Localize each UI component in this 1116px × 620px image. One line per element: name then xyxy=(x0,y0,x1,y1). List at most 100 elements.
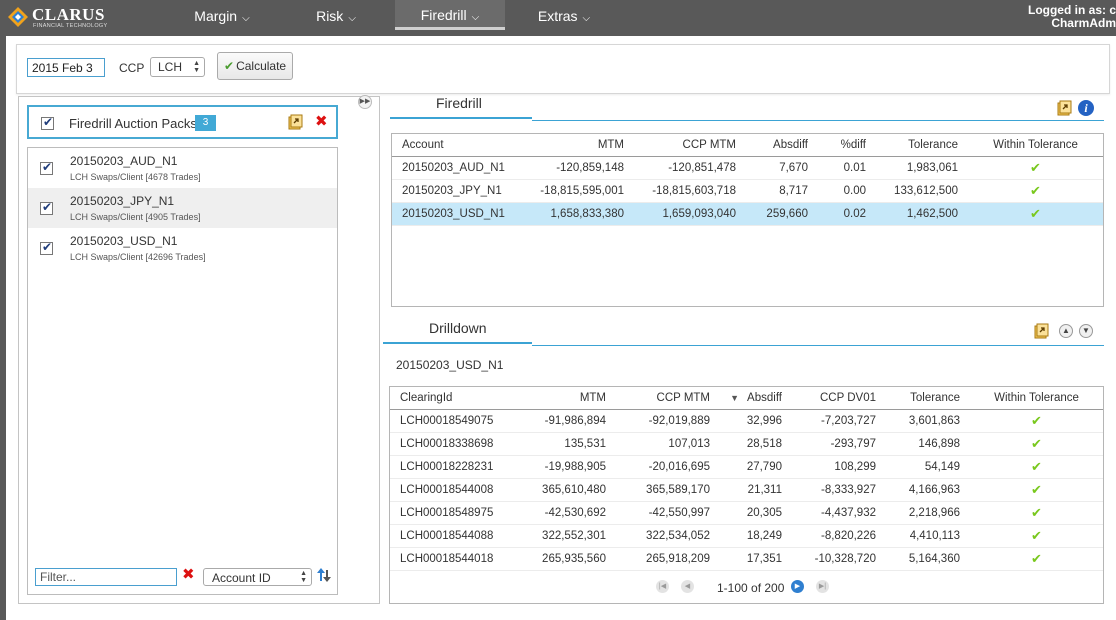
cell-tolerance: 146,898 xyxy=(886,432,970,456)
drilldown-account: 20150203_USD_N1 xyxy=(396,358,504,372)
cell-within-tolerance: ✔ xyxy=(970,478,1103,502)
table-row[interactable]: 20150203_JPY_N1 -18,815,595,001 -18,815,… xyxy=(392,179,1103,203)
info-icon[interactable]: i xyxy=(1078,100,1094,116)
table-row[interactable]: LCH00018338698 135,531 107,013 28,518 -2… xyxy=(390,432,1103,456)
pack-desc: LCH Swaps/Client [42696 Trades] xyxy=(70,252,206,262)
cell-clearing-id: LCH00018228231 xyxy=(390,455,520,479)
select-arrows-icon: ▲ ▼ xyxy=(300,570,307,584)
cell-mtm: -42,530,692 xyxy=(520,501,616,525)
cell-within-tolerance: ✔ xyxy=(970,455,1103,479)
col-within-tolerance[interactable]: Within Tolerance xyxy=(970,387,1103,410)
list-item[interactable]: 20150203_USD_N1 LCH Swaps/Client [42696 … xyxy=(28,228,337,268)
select-all-checkbox[interactable] xyxy=(41,115,54,130)
table-row[interactable]: 20150203_AUD_N1 -120,859,148 -120,851,47… xyxy=(392,156,1103,180)
select-arrows-icon: ▲ ▼ xyxy=(193,60,200,74)
pack-checkbox[interactable] xyxy=(40,160,53,175)
col-tolerance[interactable]: Tolerance xyxy=(886,387,970,410)
table-header-row: Account MTM CCP MTM Absdiff %diff Tolera… xyxy=(392,134,1103,157)
col-ccp-mtm[interactable]: CCP MTM xyxy=(616,387,720,410)
table-row[interactable]: LCH00018549075 -91,986,894 -92,019,889 3… xyxy=(390,409,1103,433)
nav-extras[interactable]: Extras ⌵ xyxy=(526,0,602,32)
delete-x-icon[interactable]: ✖ xyxy=(315,114,328,129)
expand-down-icon[interactable]: ▼ xyxy=(1079,324,1093,338)
col-tolerance[interactable]: Tolerance xyxy=(876,134,968,157)
cell-within-tolerance: ✔ xyxy=(968,179,1103,203)
expand-up-icon[interactable]: ▲ xyxy=(1059,324,1073,338)
firedrill-table: Account MTM CCP MTM Absdiff %diff Tolera… xyxy=(392,134,1103,226)
login-username: CharmAdm xyxy=(1051,16,1116,30)
col-absdiff[interactable]: ▼ Absdiff xyxy=(720,387,792,410)
login-info[interactable]: Logged in as: c CharmAdm xyxy=(1028,4,1116,30)
tab-firedrill[interactable]: Firedrill xyxy=(390,93,532,119)
cell-account: 20150203_JPY_N1 xyxy=(392,179,522,203)
cell-absdiff: 17,351 xyxy=(720,547,792,571)
nav-margin[interactable]: Margin ⌵ xyxy=(178,0,266,32)
collapse-left-icon[interactable]: ▶▶ xyxy=(358,95,372,109)
col-account[interactable]: Account xyxy=(392,134,522,157)
nav-margin-label: Margin xyxy=(194,8,238,24)
filter-input[interactable] xyxy=(35,568,177,586)
cell-ccp-dv01: -293,797 xyxy=(792,432,886,456)
pack-name: 20150203_JPY_N1 xyxy=(70,194,175,208)
first-page-icon[interactable]: |◀ xyxy=(656,580,669,593)
last-page-icon[interactable]: ▶| xyxy=(816,580,829,593)
cell-ccp-dv01: -10,328,720 xyxy=(792,547,886,571)
top-nav-bar: CLARUS FINANCIAL TECHNOLOGY Margin ⌵ Risk… xyxy=(0,0,1116,36)
cell-ccp-dv01: -8,333,927 xyxy=(792,478,886,502)
ccp-select-value: LCH xyxy=(158,60,183,74)
cell-tolerance: 1,462,500 xyxy=(876,202,968,226)
col-absdiff[interactable]: Absdiff xyxy=(746,134,818,157)
col-mtm[interactable]: MTM xyxy=(522,134,634,157)
pack-checkbox[interactable] xyxy=(40,240,53,255)
cell-ccp-dv01: 108,299 xyxy=(792,455,886,479)
col-pctdiff[interactable]: %diff xyxy=(818,134,876,157)
table-row[interactable]: LCH00018544018 265,935,560 265,918,209 1… xyxy=(390,547,1103,571)
list-item[interactable]: 20150203_JPY_N1 LCH Swaps/Client [4905 T… xyxy=(28,188,337,228)
packs-list: 20150203_AUD_N1 LCH Swaps/Client [4678 T… xyxy=(27,147,338,595)
calculate-button[interactable]: ✔ Calculate xyxy=(217,52,293,80)
clear-filter-icon[interactable]: ✖ xyxy=(182,567,195,582)
chevron-down-icon: ⌵ xyxy=(348,13,356,24)
nav-firedrill[interactable]: Firedrill ⌵ xyxy=(395,0,505,30)
cell-ccp-mtm: -42,550,997 xyxy=(616,501,720,525)
chevron-down-icon: ⌵ xyxy=(582,13,591,24)
check-icon: ✔ xyxy=(1031,435,1042,451)
next-page-icon[interactable]: ▶ xyxy=(791,580,804,593)
date-input[interactable] xyxy=(27,58,105,77)
drilldown-grid: ClearingId MTM CCP MTM ▼ Absdiff CCP DV01… xyxy=(389,386,1104,604)
export-icon[interactable] xyxy=(1033,323,1049,339)
cell-ccp-mtm: -120,851,478 xyxy=(634,156,746,180)
cell-ccp-mtm: 1,659,093,040 xyxy=(634,202,746,226)
col-clearing-id[interactable]: ClearingId xyxy=(390,387,520,410)
packs-header: Firedrill Auction Packs 3 ✖ xyxy=(27,105,338,139)
col-mtm[interactable]: MTM xyxy=(520,387,616,410)
clarus-logo[interactable]: CLARUS FINANCIAL TECHNOLOGY xyxy=(8,4,108,32)
cell-clearing-id: LCH00018544018 xyxy=(390,547,520,571)
export-icon[interactable] xyxy=(287,114,303,130)
prev-page-icon[interactable]: ◀ xyxy=(681,580,694,593)
cell-tolerance: 4,166,963 xyxy=(886,478,970,502)
cell-within-tolerance: ✔ xyxy=(970,547,1103,571)
sort-icon[interactable] xyxy=(316,566,332,584)
col-ccp-dv01[interactable]: CCP DV01 xyxy=(792,387,886,410)
cell-within-tolerance: ✔ xyxy=(968,202,1103,226)
nav-risk-label: Risk xyxy=(316,8,344,24)
tab-drilldown[interactable]: Drilldown xyxy=(383,318,532,344)
nav-risk[interactable]: Risk ⌵ xyxy=(300,0,372,32)
firedrill-grid: Account MTM CCP MTM Absdiff %diff Tolera… xyxy=(391,133,1104,307)
cell-ccp-dv01: -8,820,226 xyxy=(792,524,886,548)
col-within-tolerance[interactable]: Within Tolerance xyxy=(968,134,1103,157)
filter-field-select[interactable]: Account ID ▲ ▼ xyxy=(203,568,312,586)
table-row[interactable]: LCH00018548975 -42,530,692 -42,550,997 2… xyxy=(390,501,1103,525)
section-divider xyxy=(532,120,1104,121)
table-row[interactable]: LCH00018544088 322,552,301 322,534,052 1… xyxy=(390,524,1103,548)
list-item[interactable]: 20150203_AUD_N1 LCH Swaps/Client [4678 T… xyxy=(28,148,337,188)
table-row[interactable]: LCH00018228231 -19,988,905 -20,016,695 2… xyxy=(390,455,1103,479)
pack-checkbox[interactable] xyxy=(40,200,53,215)
table-row-selected[interactable]: 20150203_USD_N1 1,658,833,380 1,659,093,… xyxy=(392,202,1103,226)
ccp-select[interactable]: LCH ▲ ▼ xyxy=(150,57,205,77)
export-icon[interactable] xyxy=(1056,100,1072,116)
cell-mtm: -18,815,595,001 xyxy=(522,179,634,203)
col-ccp-mtm[interactable]: CCP MTM xyxy=(634,134,746,157)
table-row[interactable]: LCH00018544008 365,610,480 365,589,170 2… xyxy=(390,478,1103,502)
